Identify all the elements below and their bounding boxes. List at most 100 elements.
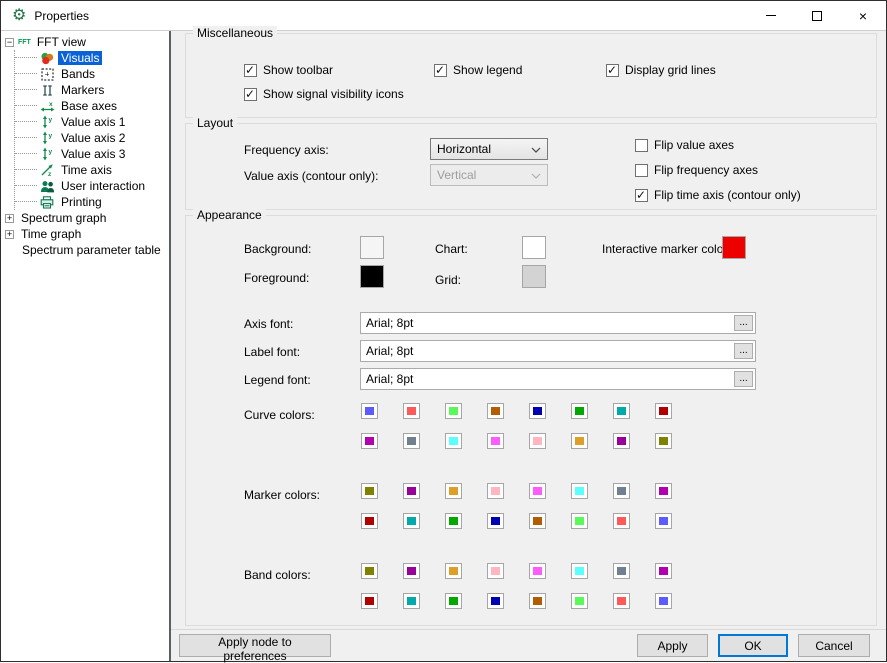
minimize-button[interactable] (748, 1, 794, 30)
color-swatch[interactable] (655, 483, 672, 499)
color-swatch[interactable] (529, 433, 546, 449)
color-swatch[interactable] (655, 563, 672, 579)
properties-window: ⚙ Properties × − FFT FFT view Visuals (0, 0, 887, 662)
chart-color-swatch[interactable] (522, 236, 546, 259)
color-swatch[interactable] (655, 403, 672, 419)
color-swatch[interactable] (655, 433, 672, 449)
axis-font-browse-button[interactable]: ... (734, 315, 753, 331)
color-swatch[interactable] (529, 563, 546, 579)
color-swatch[interactable] (361, 563, 378, 579)
color-swatch[interactable] (571, 563, 588, 579)
checkbox-flip-time-axis[interactable]: Flip time axis (contour only) (635, 188, 801, 202)
frequency-axis-select[interactable]: Horizontal (430, 138, 548, 160)
ok-button[interactable]: OK (718, 634, 788, 657)
color-swatch[interactable] (529, 403, 546, 419)
color-swatch[interactable] (571, 433, 588, 449)
checkbox-icon[interactable] (606, 64, 619, 77)
color-swatch[interactable] (487, 563, 504, 579)
tree-item-user-interaction[interactable]: User interaction (15, 178, 169, 194)
color-swatch[interactable] (403, 483, 420, 499)
checkbox-show-legend[interactable]: Show legend (434, 63, 522, 77)
collapse-icon[interactable]: − (5, 38, 14, 47)
tree-item-spectrum-graph[interactable]: + Spectrum graph (5, 210, 169, 226)
color-swatch[interactable] (445, 403, 462, 419)
curve-colors-label: Curve colors: (244, 408, 315, 422)
expand-icon[interactable]: + (5, 230, 14, 239)
cancel-button[interactable]: Cancel (798, 634, 870, 657)
checkbox-icon[interactable] (244, 64, 257, 77)
label-font-field[interactable]: Arial; 8pt ... (360, 340, 756, 362)
color-swatch[interactable] (613, 563, 630, 579)
tree-item-visuals[interactable]: Visuals (15, 50, 169, 66)
axis-font-field[interactable]: Arial; 8pt ... (360, 312, 756, 334)
color-swatch[interactable] (487, 483, 504, 499)
background-color-swatch[interactable] (360, 236, 384, 259)
checkbox-display-grid-lines[interactable]: Display grid lines (606, 63, 716, 77)
color-swatch[interactable] (571, 483, 588, 499)
interactive-marker-color-swatch[interactable] (722, 236, 746, 259)
tree-item-base-axes[interactable]: x Base axes (15, 98, 169, 114)
color-swatch[interactable] (361, 403, 378, 419)
checkbox-show-signal-visibility-icons[interactable]: Show signal visibility icons (244, 87, 404, 101)
checkbox-icon[interactable] (635, 139, 648, 152)
color-swatch[interactable] (613, 403, 630, 419)
checkbox-icon[interactable] (434, 64, 447, 77)
color-swatch[interactable] (487, 403, 504, 419)
color-swatch[interactable] (403, 433, 420, 449)
color-swatch[interactable] (403, 563, 420, 579)
color-swatch[interactable] (445, 593, 462, 609)
checkbox-show-toolbar[interactable]: Show toolbar (244, 63, 333, 77)
color-swatch[interactable] (361, 483, 378, 499)
tree-item-value-axis-3[interactable]: y Value axis 3 (15, 146, 169, 162)
color-swatch[interactable] (529, 483, 546, 499)
tree-item-time-graph[interactable]: + Time graph (5, 226, 169, 242)
checkbox-flip-value-axes[interactable]: Flip value axes (635, 138, 734, 152)
color-swatch[interactable] (445, 433, 462, 449)
grid-color-swatch[interactable] (522, 265, 546, 288)
color-swatch[interactable] (571, 403, 588, 419)
close-button[interactable]: × (840, 1, 886, 30)
color-swatch[interactable] (403, 593, 420, 609)
color-swatch[interactable] (361, 433, 378, 449)
color-swatch[interactable] (487, 433, 504, 449)
color-swatch[interactable] (529, 593, 546, 609)
label-font-browse-button[interactable]: ... (734, 343, 753, 359)
checkbox-flip-frequency-axes[interactable]: Flip frequency axes (635, 163, 758, 177)
checkbox-icon[interactable] (244, 88, 257, 101)
color-swatch[interactable] (613, 433, 630, 449)
apply-button[interactable]: Apply (637, 634, 708, 657)
color-swatch[interactable] (361, 513, 378, 529)
color-swatch[interactable] (655, 513, 672, 529)
maximize-button[interactable] (794, 1, 840, 30)
color-swatch[interactable] (529, 513, 546, 529)
color-swatch[interactable] (445, 513, 462, 529)
color-swatch[interactable] (613, 483, 630, 499)
expand-icon[interactable]: + (5, 214, 14, 223)
tree-item-fft-view[interactable]: − FFT FFT view (5, 34, 169, 50)
color-swatch[interactable] (403, 513, 420, 529)
color-swatch[interactable] (361, 593, 378, 609)
color-swatch[interactable] (655, 593, 672, 609)
tree-item-spectrum-parameter-table[interactable]: Spectrum parameter table (5, 242, 169, 258)
legend-font-browse-button[interactable]: ... (734, 371, 753, 387)
color-swatch[interactable] (445, 483, 462, 499)
foreground-color-swatch[interactable] (360, 265, 384, 288)
color-swatch[interactable] (571, 513, 588, 529)
color-swatch[interactable] (571, 593, 588, 609)
checkbox-icon[interactable] (635, 164, 648, 177)
tree-item-value-axis-2[interactable]: y Value axis 2 (15, 130, 169, 146)
color-swatch[interactable] (403, 403, 420, 419)
color-swatch[interactable] (613, 593, 630, 609)
tree-item-value-axis-1[interactable]: y Value axis 1 (15, 114, 169, 130)
tree-item-time-axis[interactable]: z Time axis (15, 162, 169, 178)
color-swatch[interactable] (487, 513, 504, 529)
checkbox-icon[interactable] (635, 189, 648, 202)
tree-item-bands[interactable]: Bands (15, 66, 169, 82)
color-swatch[interactable] (613, 513, 630, 529)
tree-item-markers[interactable]: Markers (15, 82, 169, 98)
legend-font-field[interactable]: Arial; 8pt ... (360, 368, 756, 390)
tree-item-printing[interactable]: Printing (15, 194, 169, 210)
color-swatch[interactable] (445, 563, 462, 579)
apply-node-to-preferences-button[interactable]: Apply node to preferences (179, 634, 331, 657)
color-swatch[interactable] (487, 593, 504, 609)
